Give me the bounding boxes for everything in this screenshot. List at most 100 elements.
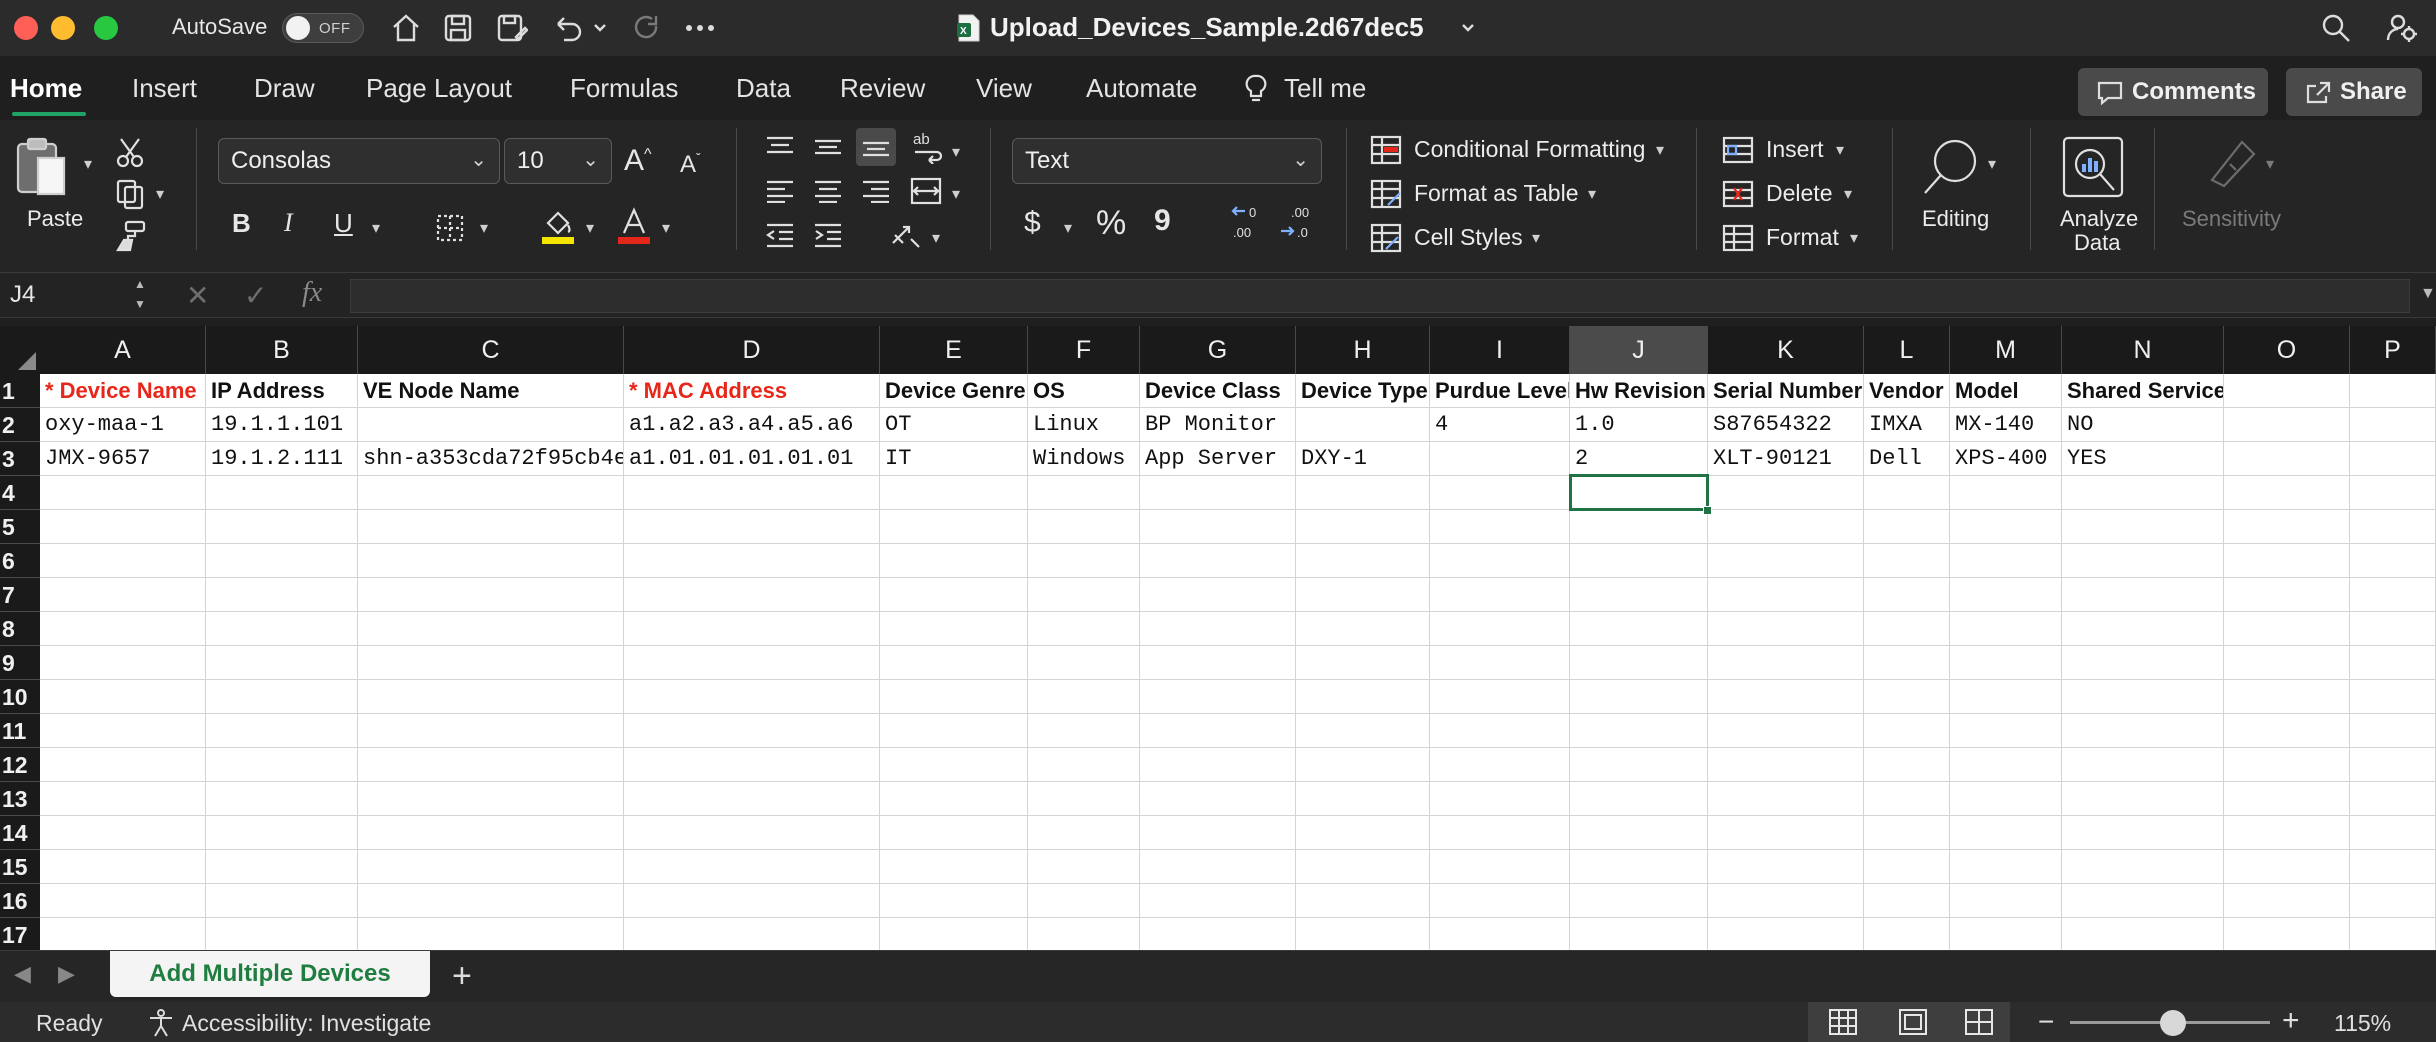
cell-c7[interactable] xyxy=(358,578,624,612)
cell-d5[interactable] xyxy=(624,510,880,544)
row-header-3[interactable]: 3 xyxy=(0,442,40,476)
cell-k2[interactable]: S87654322 xyxy=(1708,408,1864,442)
cell-g1[interactable]: Device Class xyxy=(1140,374,1296,408)
currency-button[interactable]: $ xyxy=(1024,206,1041,240)
cell-j14[interactable] xyxy=(1570,816,1708,850)
editing-search-icon[interactable] xyxy=(1916,132,1988,202)
fill-handle[interactable] xyxy=(1703,506,1712,515)
column-header-h[interactable]: H xyxy=(1296,326,1430,374)
cell-e9[interactable] xyxy=(880,646,1028,680)
fill-color-icon[interactable] xyxy=(538,206,578,246)
save-as-icon[interactable] xyxy=(492,10,532,46)
cell-o14[interactable] xyxy=(2224,816,2350,850)
cell-j5[interactable] xyxy=(1570,510,1708,544)
cell-f11[interactable] xyxy=(1028,714,1140,748)
cell-g8[interactable] xyxy=(1140,612,1296,646)
cell-o2[interactable] xyxy=(2224,408,2350,442)
cell-o7[interactable] xyxy=(2224,578,2350,612)
zoom-level[interactable]: 115% xyxy=(2334,1010,2391,1037)
cell-i12[interactable] xyxy=(1430,748,1570,782)
cell-n4[interactable] xyxy=(2062,476,2224,510)
cell-c16[interactable] xyxy=(358,884,624,918)
row-header-13[interactable]: 13 xyxy=(0,782,40,816)
column-header-i[interactable]: I xyxy=(1430,326,1570,374)
orientation-icon[interactable] xyxy=(886,216,926,254)
cell-c3[interactable]: shn-a353cda72f95cb4e xyxy=(358,442,624,476)
sheet-tab-add-multiple-devices[interactable]: Add Multiple Devices xyxy=(110,951,430,997)
cell-g12[interactable] xyxy=(1140,748,1296,782)
cell-i15[interactable] xyxy=(1430,850,1570,884)
cell-k4[interactable] xyxy=(1708,476,1864,510)
cell-k15[interactable] xyxy=(1708,850,1864,884)
cell-k13[interactable] xyxy=(1708,782,1864,816)
cell-n3[interactable]: YES xyxy=(2062,442,2224,476)
editing-label[interactable]: Editing xyxy=(1922,206,1989,232)
page-break-view-icon[interactable] xyxy=(1964,1008,1994,1042)
cell-l1[interactable]: Vendor xyxy=(1864,374,1950,408)
decrease-font-size-icon[interactable]: Aˇ xyxy=(680,150,701,179)
cell-j7[interactable] xyxy=(1570,578,1708,612)
cell-n10[interactable] xyxy=(2062,680,2224,714)
cell-f7[interactable] xyxy=(1028,578,1140,612)
cell-c2[interactable] xyxy=(358,408,624,442)
format-cells-label[interactable]: Format xyxy=(1766,224,1839,251)
row-header-6[interactable]: 6 xyxy=(0,544,40,578)
cell-d2[interactable]: a1.a2.a3.a4.a5.a6 xyxy=(624,408,880,442)
undo-dropdown-icon[interactable] xyxy=(590,10,610,46)
cell-i5[interactable] xyxy=(1430,510,1570,544)
cell-b14[interactable] xyxy=(206,816,358,850)
cell-p12[interactable] xyxy=(2350,748,2436,782)
align-bottom-icon[interactable] xyxy=(856,128,896,166)
cell-styles-label[interactable]: Cell Styles xyxy=(1414,224,1523,251)
cell-c12[interactable] xyxy=(358,748,624,782)
cell-j17[interactable] xyxy=(1570,918,1708,950)
orientation-dropdown-icon[interactable]: ▾ xyxy=(932,228,940,248)
cell-d17[interactable] xyxy=(624,918,880,950)
row-header-2[interactable]: 2 xyxy=(0,408,40,442)
cell-m17[interactable] xyxy=(1950,918,2062,950)
search-icon[interactable] xyxy=(2316,10,2356,46)
cell-h6[interactable] xyxy=(1296,544,1430,578)
cell-h4[interactable] xyxy=(1296,476,1430,510)
cell-d4[interactable] xyxy=(624,476,880,510)
row-header-8[interactable]: 8 xyxy=(0,612,40,646)
cell-d11[interactable] xyxy=(624,714,880,748)
cell-e3[interactable]: IT xyxy=(880,442,1028,476)
cell-c1[interactable]: VE Node Name xyxy=(358,374,624,408)
cell-m8[interactable] xyxy=(1950,612,2062,646)
cell-i14[interactable] xyxy=(1430,816,1570,850)
cell-a10[interactable] xyxy=(40,680,206,714)
cell-a16[interactable] xyxy=(40,884,206,918)
insert-function-icon[interactable]: fx xyxy=(302,277,322,309)
cell-a14[interactable] xyxy=(40,816,206,850)
cell-a17[interactable] xyxy=(40,918,206,950)
cell-l15[interactable] xyxy=(1864,850,1950,884)
cell-a5[interactable] xyxy=(40,510,206,544)
decrease-indent-icon[interactable] xyxy=(762,218,798,252)
cell-c6[interactable] xyxy=(358,544,624,578)
cell-m14[interactable] xyxy=(1950,816,2062,850)
cell-e15[interactable] xyxy=(880,850,1028,884)
tab-formulas[interactable]: Formulas xyxy=(570,73,678,104)
cell-styles-icon[interactable] xyxy=(1368,220,1404,256)
zoom-in-button[interactable]: + xyxy=(2282,1004,2300,1038)
increase-decimal-icon[interactable]: 0.00 xyxy=(1228,204,1268,244)
cell-l10[interactable] xyxy=(1864,680,1950,714)
cell-l14[interactable] xyxy=(1864,816,1950,850)
cell-l12[interactable] xyxy=(1864,748,1950,782)
column-header-e[interactable]: E xyxy=(880,326,1028,374)
cell-l9[interactable] xyxy=(1864,646,1950,680)
cell-n1[interactable]: Shared Service xyxy=(2062,374,2224,408)
cut-icon[interactable] xyxy=(112,134,148,170)
row-header-7[interactable]: 7 xyxy=(0,578,40,612)
window-minimize-button[interactable] xyxy=(51,16,75,40)
comma-style-button[interactable]: 9 xyxy=(1154,204,1171,238)
name-box[interactable]: J4 xyxy=(0,273,156,317)
cell-p5[interactable] xyxy=(2350,510,2436,544)
cell-p15[interactable] xyxy=(2350,850,2436,884)
wrap-text-icon[interactable]: ab xyxy=(908,128,948,166)
row-header-15[interactable]: 15 xyxy=(0,850,40,884)
cell-d9[interactable] xyxy=(624,646,880,680)
cell-g13[interactable] xyxy=(1140,782,1296,816)
align-right-icon[interactable] xyxy=(858,174,894,208)
